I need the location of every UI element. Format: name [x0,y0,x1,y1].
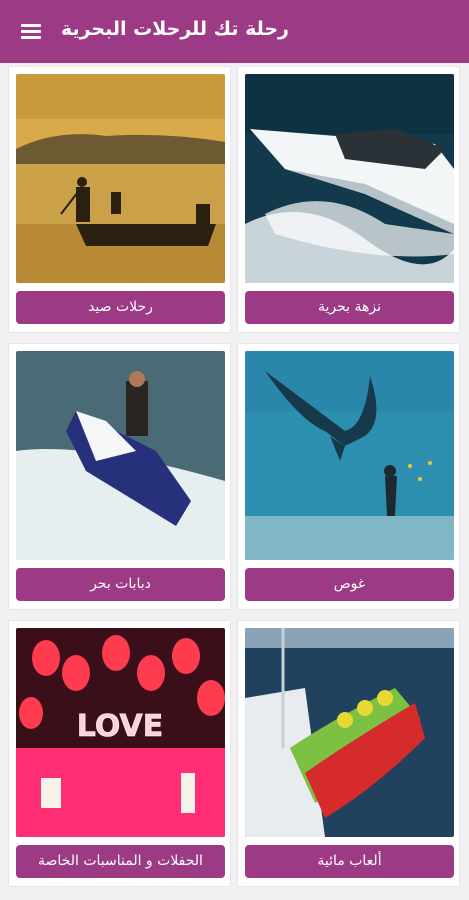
category-button-water-games[interactable]: ألعاب مائية [245,845,454,878]
diver-manta-ray-photo[interactable] [245,351,454,560]
category-button-parties[interactable]: الحفلات و المناسبات الخاصة [16,845,225,878]
love-sign: LOVE [77,709,163,744]
category-button-fishing[interactable]: رحلات صيد [16,291,225,324]
category-button-diving[interactable]: غوص [245,568,454,601]
category-card-diving[interactable]: غوص [237,343,460,610]
hamburger-menu-icon[interactable] [18,21,44,43]
inflatable-tube-photo[interactable] [245,628,454,837]
jet-ski-photo[interactable] [16,351,225,560]
category-card-jetski[interactable]: دبابات بحر [8,343,231,610]
category-card-water-games[interactable]: ألعاب مائية [237,620,460,887]
category-card-fishing[interactable]: رحلات صيد [8,66,231,333]
category-button-cruise[interactable]: نزهة بحرية [245,291,454,324]
app-bar: رحلة تك للرحلات البحرية [0,0,469,63]
app-title: رحلة تك للرحلات البحرية [60,18,289,40]
love-balloons-party-photo[interactable]: LOVE [16,628,225,837]
category-card-parties[interactable]: LOVE الحفلات و المناسبات الخاصة [8,620,231,887]
yacht-photo[interactable] [245,74,454,283]
category-button-jetski[interactable]: دبابات بحر [16,568,225,601]
fishing-boat-sunset-photo[interactable] [16,74,225,283]
category-card-cruise[interactable]: نزهة بحرية [237,66,460,333]
